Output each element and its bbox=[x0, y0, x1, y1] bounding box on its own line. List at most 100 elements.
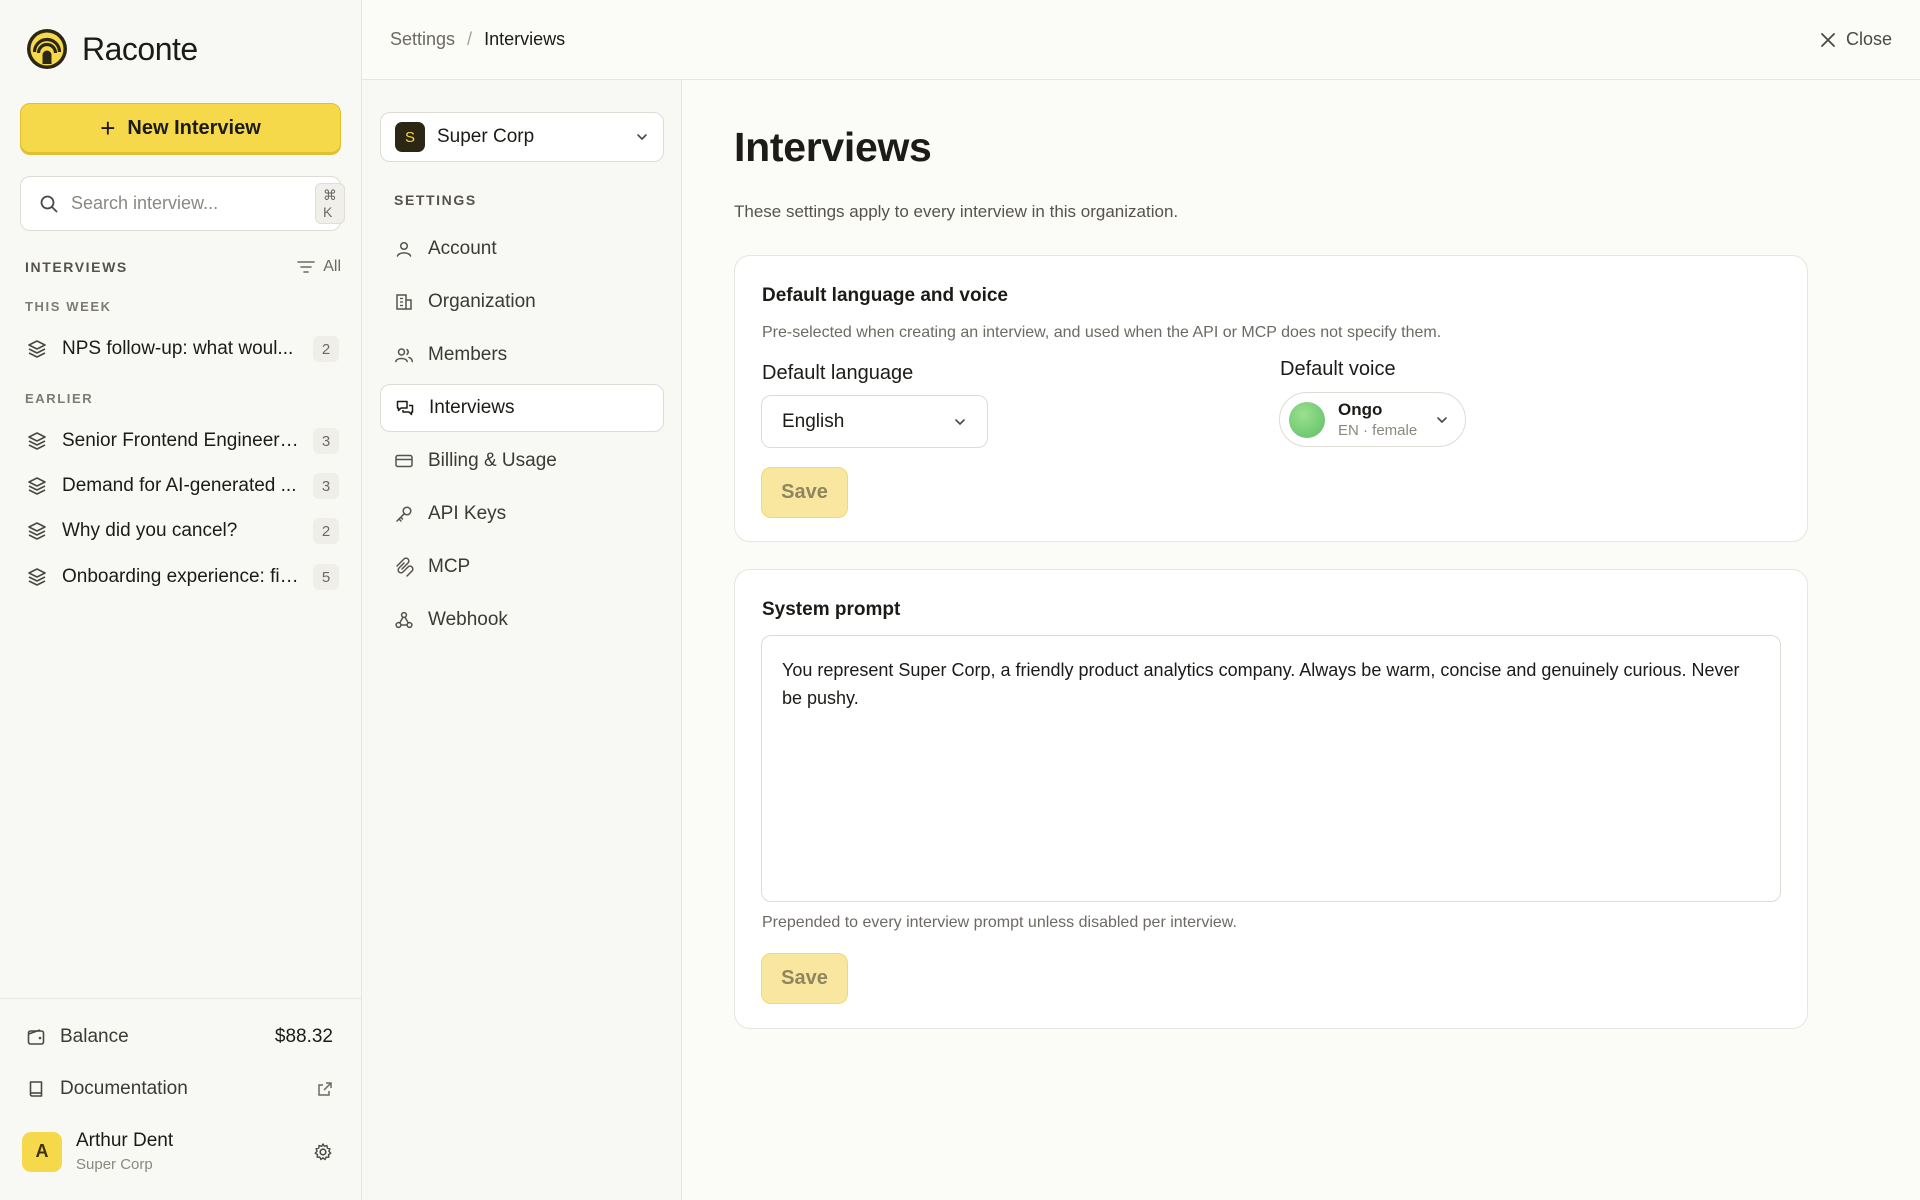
breadcrumb-settings[interactable]: Settings bbox=[390, 29, 455, 50]
chat-icon bbox=[396, 400, 414, 416]
key-icon bbox=[396, 506, 412, 522]
settings-nav-title: SETTINGS bbox=[394, 192, 477, 208]
user-name: Arthur Dent bbox=[76, 1130, 174, 1151]
nav-item-mcp[interactable]: MCP bbox=[380, 543, 664, 591]
nav-item-api-keys[interactable]: API Keys bbox=[380, 490, 664, 538]
interview-title: Onboarding experience: fir... bbox=[62, 566, 299, 587]
save-language-button[interactable]: Save bbox=[761, 467, 848, 518]
balance-value: $88.32 bbox=[274, 1026, 333, 1047]
nav-item-account[interactable]: Account bbox=[380, 225, 664, 273]
sidebar: Raconte + New Interview ⌘ K INTERVIEWS bbox=[0, 0, 362, 1200]
filter-label: All bbox=[323, 258, 341, 275]
layers-icon bbox=[28, 432, 46, 450]
layers-icon bbox=[28, 568, 46, 586]
breadcrumb: Settings / Interviews bbox=[390, 29, 565, 50]
interview-title: Senior Frontend Engineer ... bbox=[62, 430, 299, 451]
interview-title: Why did you cancel? bbox=[62, 520, 238, 541]
search-box[interactable]: ⌘ K bbox=[20, 176, 345, 231]
nav-label: Members bbox=[428, 344, 508, 365]
breadcrumb-separator: / bbox=[467, 29, 473, 49]
interview-count-badge: 3 bbox=[313, 428, 339, 454]
app-name: Raconte bbox=[82, 30, 198, 67]
interview-list-item[interactable]: Demand for AI-generated ... 3 bbox=[26, 468, 339, 504]
interview-list-item[interactable]: Why did you cancel? 2 bbox=[26, 513, 339, 549]
voice-label: Default voice bbox=[1280, 358, 1396, 380]
main-area: Settings / Interviews Close S Super Corp bbox=[362, 0, 1920, 1200]
system-prompt-textarea[interactable]: You represent Super Corp, a friendly pro… bbox=[761, 635, 1781, 902]
interview-count-badge: 2 bbox=[313, 518, 339, 544]
interview-count-badge: 3 bbox=[313, 473, 339, 499]
documentation-link[interactable]: Documentation bbox=[26, 1078, 333, 1100]
interview-list-item[interactable]: Senior Frontend Engineer ... 3 bbox=[26, 423, 339, 459]
nav-item-interviews[interactable]: Interviews bbox=[380, 384, 664, 432]
close-button[interactable]: Close bbox=[1820, 29, 1892, 50]
interview-list-item[interactable]: NPS follow-up: what woul... 2 bbox=[26, 331, 339, 367]
webhook-icon bbox=[395, 611, 413, 629]
search-input[interactable] bbox=[71, 193, 303, 214]
gear-icon[interactable] bbox=[313, 1142, 333, 1162]
new-interview-button[interactable]: + New Interview bbox=[20, 103, 341, 153]
building-icon bbox=[396, 294, 412, 310]
card-icon bbox=[395, 454, 413, 468]
group-label-earlier: EARLIER bbox=[25, 391, 94, 406]
voice-detail: EN · female bbox=[1338, 422, 1418, 439]
settings-nav: S Super Corp SETTINGS Account Organizati… bbox=[362, 80, 682, 1200]
users-icon bbox=[395, 348, 414, 363]
search-icon bbox=[40, 195, 58, 212]
voice-name: Ongo bbox=[1338, 400, 1383, 419]
external-link-icon bbox=[318, 1082, 332, 1096]
language-label: Default language bbox=[762, 362, 914, 384]
layers-icon bbox=[28, 522, 46, 540]
nav-label: API Keys bbox=[428, 503, 507, 524]
balance-label: Balance bbox=[60, 1026, 129, 1047]
section-title: INTERVIEWS bbox=[25, 259, 128, 275]
sidebar-footer bbox=[0, 998, 361, 999]
user-profile[interactable]: A Arthur Dent Super Corp bbox=[22, 1130, 333, 1173]
raconte-logo-icon bbox=[26, 28, 68, 70]
new-interview-label: New Interview bbox=[127, 116, 261, 139]
chevron-down-icon bbox=[1437, 416, 1447, 423]
language-select[interactable]: English bbox=[761, 395, 988, 448]
organization-select[interactable]: S Super Corp bbox=[380, 112, 664, 162]
voice-avatar bbox=[1289, 401, 1325, 438]
save-prompt-button[interactable]: Save bbox=[761, 953, 848, 1004]
layers-icon bbox=[28, 340, 46, 358]
interview-title: NPS follow-up: what woul... bbox=[62, 338, 294, 359]
card-description: Pre-selected when creating an interview,… bbox=[762, 324, 1442, 341]
page-title: Interviews bbox=[734, 124, 932, 170]
voice-info: Ongo EN · female bbox=[1338, 400, 1422, 439]
filter-button[interactable]: All bbox=[297, 258, 341, 276]
interviews-section-header: INTERVIEWS All bbox=[25, 258, 341, 276]
nav-label: Billing & Usage bbox=[428, 450, 557, 471]
prompt-hint: Prepended to every interview prompt unle… bbox=[762, 914, 1237, 931]
user-icon bbox=[396, 241, 412, 257]
group-label-this-week: THIS WEEK bbox=[25, 299, 112, 314]
nav-label: Organization bbox=[428, 291, 536, 312]
balance-row[interactable]: Balance $88.32 bbox=[26, 1026, 333, 1048]
language-value: English bbox=[782, 410, 845, 432]
voice-select[interactable]: Ongo EN · female bbox=[1279, 392, 1466, 447]
interview-count-badge: 5 bbox=[313, 564, 339, 590]
system-prompt-card: System prompt You represent Super Corp, … bbox=[734, 569, 1808, 1029]
layers-icon bbox=[28, 477, 46, 495]
chevron-down-icon bbox=[637, 134, 647, 140]
interview-list-item[interactable]: Onboarding experience: fir... 5 bbox=[26, 559, 339, 595]
nav-label: Account bbox=[428, 238, 497, 259]
brand[interactable]: Raconte bbox=[26, 28, 198, 70]
card-title: System prompt bbox=[762, 599, 901, 620]
chevron-down-icon bbox=[955, 418, 965, 425]
card-title: Default language and voice bbox=[762, 285, 1008, 306]
nav-item-billing[interactable]: Billing & Usage bbox=[380, 437, 664, 485]
nav-item-webhook[interactable]: Webhook bbox=[380, 596, 664, 644]
plus-icon: + bbox=[100, 113, 116, 143]
wallet-icon bbox=[27, 1029, 45, 1045]
interview-title: Demand for AI-generated ... bbox=[62, 475, 297, 496]
nav-label: Webhook bbox=[428, 609, 508, 630]
org-badge: S bbox=[395, 122, 425, 152]
nav-label: MCP bbox=[428, 556, 471, 577]
breadcrumb-current: Interviews bbox=[484, 29, 566, 49]
app-shell: Raconte + New Interview ⌘ K INTERVIEWS bbox=[0, 0, 1920, 1200]
nav-item-organization[interactable]: Organization bbox=[380, 278, 664, 326]
nav-item-members[interactable]: Members bbox=[380, 331, 664, 379]
nav-label: Interviews bbox=[429, 397, 515, 418]
